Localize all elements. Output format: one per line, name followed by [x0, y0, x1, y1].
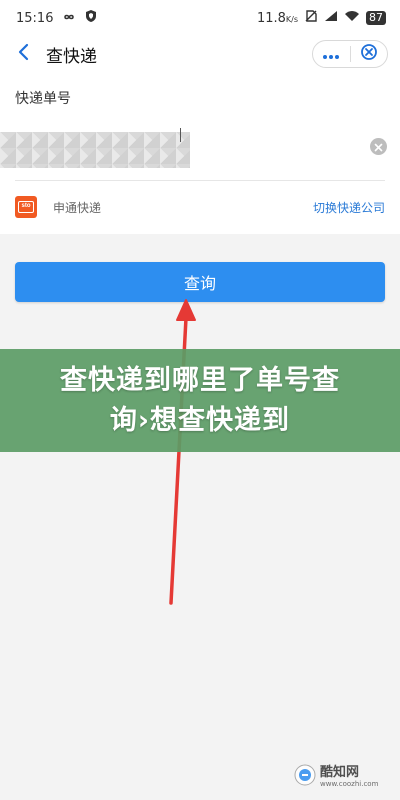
overlay-banner: 查快递到哪里了单号查询›想查快递到	[0, 349, 400, 452]
form-divider	[15, 180, 385, 181]
tracking-number-input[interactable]	[0, 124, 400, 180]
status-bar: 15:16 11.8K/s 87	[0, 0, 400, 36]
title-bar: 查快递	[0, 36, 400, 72]
more-dots-icon	[322, 45, 340, 64]
watermark: 酷知网 www.coozhi.com	[294, 760, 386, 794]
network-speed: 11.8K/s	[256, 10, 298, 26]
back-button[interactable]	[12, 43, 34, 65]
infinity-icon	[61, 11, 77, 26]
battery-level: 87	[366, 11, 386, 25]
arrow-head	[176, 299, 196, 321]
watermark-url: www.coozhi.com	[320, 779, 379, 788]
text-caret	[180, 128, 181, 142]
courier-name: 申通快递	[53, 200, 102, 215]
close-button[interactable]	[351, 41, 388, 67]
overlay-text: 查快递到哪里了单号查询›想查快递到	[60, 364, 340, 436]
tracking-number-label: 快递单号	[15, 91, 71, 107]
wifi-icon	[344, 10, 360, 26]
shield-icon	[85, 9, 97, 27]
clear-input-button[interactable]	[370, 138, 387, 155]
blurred-tracking-number	[0, 132, 190, 168]
clear-icon	[374, 137, 383, 156]
page-title: 查快递	[46, 46, 97, 67]
watermark-text: 酷知网 www.coozhi.com	[320, 764, 379, 789]
watermark-logo-icon	[294, 764, 316, 790]
courier-row[interactable]: sto 申通快递 切换快递公司	[0, 192, 400, 222]
more-button[interactable]	[313, 41, 350, 67]
switch-courier-link[interactable]: 切换快递公司	[313, 199, 385, 216]
signal-icon	[324, 10, 338, 26]
sto-logo-icon: sto	[15, 196, 37, 218]
no-sim-icon	[304, 9, 318, 27]
mini-program-capsule	[312, 40, 388, 68]
form-card: 快递单号 sto 申通快递 切换快递公司	[0, 72, 400, 234]
close-circle-icon	[360, 43, 378, 65]
status-left: 15:16	[16, 9, 97, 27]
chevron-left-icon	[17, 43, 29, 65]
status-time: 15:16	[16, 10, 54, 26]
watermark-name: 酷知网	[320, 764, 360, 780]
query-button[interactable]: 查询	[15, 262, 385, 302]
status-right: 11.8K/s 87	[257, 9, 386, 27]
